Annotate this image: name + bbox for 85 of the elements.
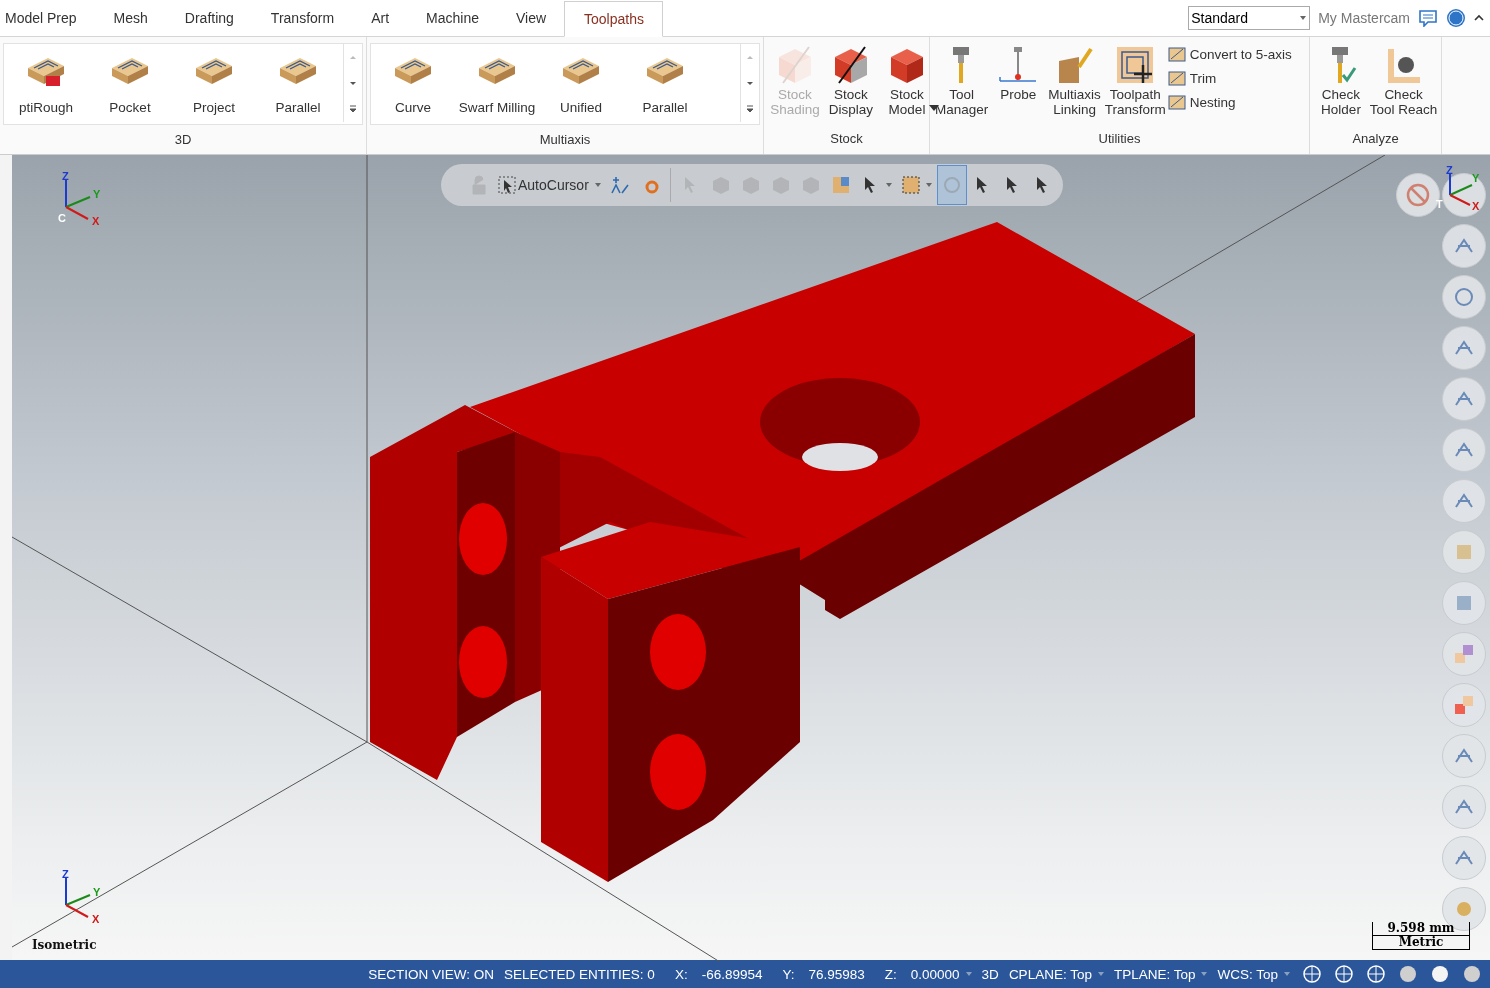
xyz-icon: [608, 174, 631, 196]
ribbon-button[interactable]: Trim: [1167, 69, 1292, 87]
axis-label: T: [1436, 199, 1443, 210]
axis-label: Y: [93, 887, 101, 898]
ribbon-tab[interactable]: View: [496, 1, 565, 35]
ribbon-tab[interactable]: Toolpaths: [564, 1, 663, 37]
ribbon-tab[interactable]: Transform: [251, 1, 353, 35]
ribbon-button[interactable]: Nesting: [1167, 93, 1292, 111]
caret-icon[interactable]: [1284, 972, 1290, 976]
small-tool-icon: [1167, 69, 1186, 87]
axis-label: X: [92, 914, 100, 925]
group-label: Utilities: [1097, 130, 1142, 148]
ribbon-button[interactable]: Check Tool Reach: [1369, 43, 1438, 117]
ribbon-button[interactable]: Convert to 5-axis: [1167, 45, 1292, 63]
caret-icon: [925, 183, 932, 187]
ribbon-button[interactable]: Unified: [539, 44, 623, 115]
ribbon-button[interactable]: Check Holder: [1313, 43, 1369, 117]
ribbon-button[interactable]: Curve: [371, 44, 455, 115]
chat-icon[interactable]: [1418, 9, 1438, 27]
cplane-status[interactable]: CPLANE: Top: [1008, 966, 1092, 982]
coordinate-label: Y:: [782, 966, 795, 982]
scale-length: 9.598 mm: [1373, 922, 1469, 936]
caret-icon[interactable]: [1097, 972, 1104, 976]
ribbon-tab[interactable]: Machine: [407, 1, 497, 35]
squares-icon: [1452, 642, 1476, 666]
axis-label: X: [1472, 201, 1480, 212]
caret-icon: [885, 183, 892, 187]
ribbon-button[interactable]: ptiRough: [4, 44, 88, 115]
wcs-status[interactable]: WCS: Top: [1217, 966, 1278, 982]
help-icon[interactable]: [1446, 8, 1466, 28]
caret-icon[interactable]: [1201, 972, 1208, 976]
caret-icon[interactable]: [965, 972, 972, 976]
mode-status[interactable]: 3D: [981, 966, 999, 982]
view-name: Isometric: [32, 938, 97, 952]
axis-label: Y: [1472, 173, 1480, 184]
coordinate-value: 76.95983: [808, 966, 865, 982]
ribbon-button[interactable]: Stock Model: [879, 43, 935, 117]
caret-icon: [594, 183, 601, 187]
group-label: Analyze: [1351, 130, 1400, 148]
axis-label: Y: [93, 189, 101, 200]
shaded-sphere-icon[interactable]: [1430, 964, 1450, 984]
coordinate-label: X:: [674, 966, 688, 982]
small-tool-icon: [1167, 93, 1186, 111]
ribbon-tab[interactable]: Mesh: [94, 1, 166, 35]
shaded-sphere-icon[interactable]: [1462, 964, 1482, 984]
axis-label: C: [58, 213, 66, 224]
ribbon-button[interactable]: Toolpath Transform: [1102, 43, 1168, 117]
coordinate-value: -66.89954: [701, 966, 763, 982]
coordinate-value: 0.00000: [910, 966, 960, 982]
ribbon-button[interactable]: Pocket: [88, 44, 172, 115]
my-mastercam-link[interactable]: My Mastercam: [1318, 10, 1410, 26]
ribbon-tab[interactable]: Art: [352, 1, 408, 35]
dashed-square-icon: [899, 174, 922, 196]
no-entry-icon: [1405, 182, 1431, 208]
scale-units: Metric: [1398, 936, 1444, 949]
wireframe-globe-icon[interactable]: [1302, 964, 1322, 984]
autocursor-button[interactable]: AutoCursor: [495, 165, 604, 205]
ribbon-button[interactable]: Parallel: [256, 44, 340, 115]
ribbon-button[interactable]: Swarf Milling: [455, 44, 539, 115]
ribbon-button[interactable]: Stock Display: [823, 43, 879, 117]
section-view-status[interactable]: SECTION VIEW: ON: [368, 966, 495, 982]
ribbon-button[interactable]: Multiaxis Linking: [1046, 43, 1103, 117]
ribbon-tab[interactable]: Model Prep: [0, 1, 95, 35]
view-selector[interactable]: Standard: [1188, 6, 1311, 30]
ribbon-button[interactable]: Tool Manager: [933, 43, 991, 117]
group-label: 3D: [173, 131, 193, 149]
tplane-status[interactable]: TPLANE: Top: [1113, 966, 1196, 982]
wireframe-globe-icon[interactable]: [1334, 964, 1354, 984]
caret-icon: [1300, 16, 1307, 20]
group-label: Stock: [829, 130, 864, 148]
group-label: Multiaxis: [538, 131, 592, 149]
shaded-sphere-icon[interactable]: [1398, 964, 1418, 984]
coordinate-label: Z:: [884, 966, 897, 982]
selected-entities-status: SELECTED ENTITIES: 0: [504, 966, 655, 982]
small-tool-icon: [1167, 45, 1186, 63]
collapse-icon[interactable]: [1474, 14, 1484, 22]
ribbon-tab[interactable]: Drafting: [165, 1, 252, 35]
wireframe-globe-icon[interactable]: [1366, 964, 1386, 984]
view-tool-button[interactable]: [1442, 173, 1486, 217]
squares-icon: [1452, 693, 1476, 717]
select-cursor-icon: [498, 176, 516, 194]
ribbon-button[interactable]: Project: [172, 44, 256, 115]
axis-label: X: [92, 216, 100, 227]
ribbon-button[interactable]: Probe: [990, 43, 1047, 102]
ribbon-button[interactable]: Parallel: [623, 44, 707, 115]
